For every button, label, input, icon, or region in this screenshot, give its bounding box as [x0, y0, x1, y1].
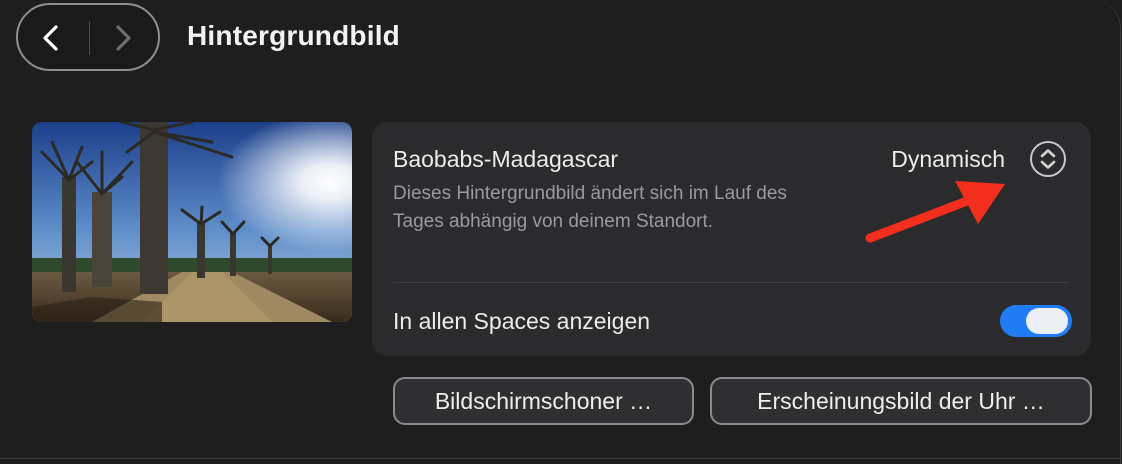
baobab-wallpaper-image	[32, 122, 352, 322]
red-arrow-icon	[865, 181, 1005, 243]
wallpaper-thumbnail[interactable]	[32, 122, 352, 322]
wallpaper-name: Baobabs-Madagascar	[393, 146, 619, 172]
wallpaper-mode-stepper[interactable]	[1030, 141, 1066, 177]
back-button[interactable]	[32, 19, 72, 57]
show-in-all-spaces-label: In allen Spaces anzeigen	[393, 308, 651, 334]
toggle-knob	[1026, 308, 1068, 334]
wallpaper-description: Dieses Hintergrundbild ändert sich im La…	[393, 183, 787, 232]
wallpaper-mode-value[interactable]: Dynamisch	[872, 146, 1005, 173]
up-down-chevron-icon	[1040, 149, 1056, 169]
nav-separator	[89, 21, 90, 55]
settings-window: Hintergrundbild Baobabs-Madagascar Diese…	[0, 0, 1121, 464]
window-bottom-divider	[0, 458, 1120, 459]
clock-appearance-button[interactable]: Erscheinungsbild der Uhr …	[710, 377, 1092, 425]
chevron-right-icon	[116, 25, 131, 51]
show-in-all-spaces-toggle[interactable]	[1000, 305, 1072, 337]
navigation-pill	[16, 3, 160, 71]
card-divider	[393, 282, 1070, 283]
page-title: Hintergrundbild	[187, 20, 400, 51]
screensaver-button[interactable]: Bildschirmschoner …	[393, 377, 694, 425]
chevron-left-icon	[43, 25, 58, 51]
forward-button[interactable]	[104, 19, 144, 57]
